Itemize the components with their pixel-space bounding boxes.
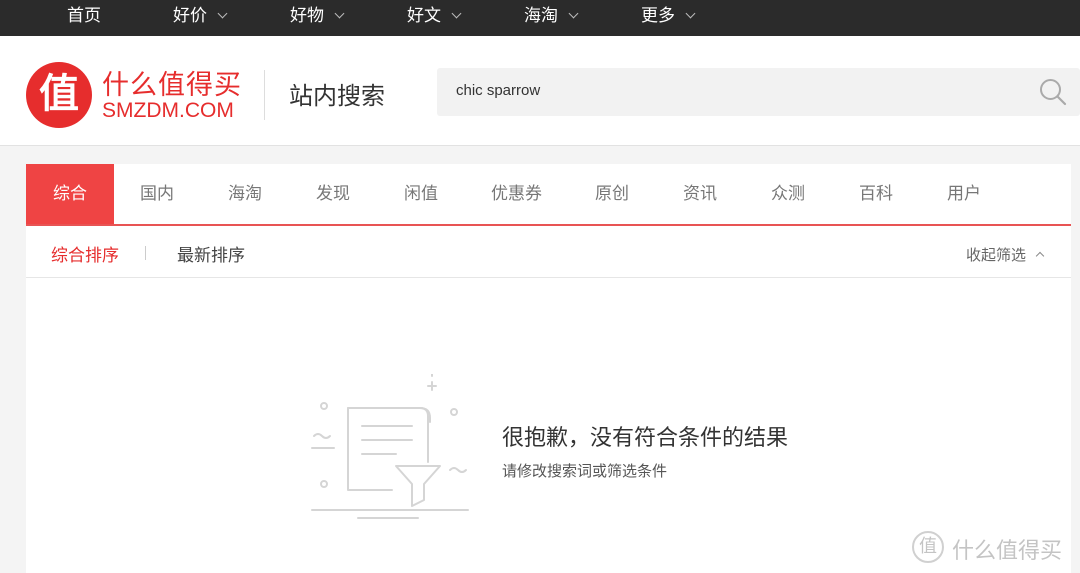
brand-name-cn[interactable]: 什么值得买 xyxy=(102,63,242,102)
logo-glyph: 值 xyxy=(39,70,79,117)
nav-item-deals[interactable]: 好价 xyxy=(173,0,228,36)
nav-item-label: 好物 xyxy=(290,6,324,26)
nav-item-label: 好价 xyxy=(173,6,207,26)
tab-original[interactable]: 原创 xyxy=(595,164,629,224)
search-results-panel: 综合 国内 海淘 发现 闲值 优惠券 原创 资讯 众测 百科 用户 综合排序 最… xyxy=(26,164,1071,573)
empty-state-subtitle: 请修改搜索词或筛选条件 xyxy=(502,462,668,480)
search-input[interactable]: chic sparrow xyxy=(437,68,1080,116)
nav-item-home[interactable]: 首页 xyxy=(67,0,101,36)
top-nav-bar: 首页 好价 好物 好文 海淘 更多 xyxy=(0,0,1080,36)
chevron-down-icon xyxy=(451,8,462,19)
search-query[interactable]: chic sparrow xyxy=(456,82,540,99)
empty-state-title: 很抱歉，没有符合条件的结果 xyxy=(502,426,789,451)
site-logo[interactable]: 值 xyxy=(26,62,92,128)
nav-item-articles[interactable]: 好文 xyxy=(407,0,462,36)
tab-domestic[interactable]: 国内 xyxy=(140,164,174,224)
header-divider xyxy=(264,70,265,120)
collapse-filter-button[interactable]: 收起筛选 xyxy=(965,244,1045,265)
sort-divider xyxy=(145,246,146,260)
site-header: 值 什么值得买 SMZDM.COM 站内搜索 chic sparrow xyxy=(0,36,1080,146)
tab-review[interactable]: 众测 xyxy=(771,164,805,224)
chevron-down-icon xyxy=(568,8,579,19)
nav-item-label: 首页 xyxy=(67,6,101,26)
sort-comprehensive[interactable]: 综合排序 xyxy=(51,241,119,266)
category-tabs: 综合 国内 海淘 发现 闲值 优惠券 原创 资讯 众测 百科 用户 xyxy=(26,164,1071,226)
nav-item-haitao[interactable]: 海淘 xyxy=(524,0,579,36)
page-title: 站内搜索 xyxy=(289,82,385,110)
brand-name-en[interactable]: SMZDM.COM xyxy=(102,99,234,123)
sort-bar: 综合排序 最新排序 收起筛选 xyxy=(26,226,1071,278)
empty-results-illustration xyxy=(311,374,469,519)
tab-news[interactable]: 资讯 xyxy=(683,164,717,224)
chevron-down-icon xyxy=(685,8,696,19)
chevron-down-icon xyxy=(334,8,345,19)
search-icon[interactable] xyxy=(1038,77,1068,107)
sort-latest[interactable]: 最新排序 xyxy=(177,241,245,266)
nav-item-label: 更多 xyxy=(641,6,675,26)
chevron-up-icon xyxy=(1035,251,1045,261)
collapse-filter-label: 收起筛选 xyxy=(965,246,1026,264)
nav-item-label: 好文 xyxy=(407,6,441,26)
tab-users[interactable]: 用户 xyxy=(947,164,981,224)
tab-coupons[interactable]: 优惠券 xyxy=(491,164,542,224)
nav-item-more[interactable]: 更多 xyxy=(641,0,696,36)
tab-all[interactable]: 综合 xyxy=(26,164,114,224)
tab-secondhand[interactable]: 闲值 xyxy=(404,164,438,224)
nav-item-label: 海淘 xyxy=(524,6,558,26)
chevron-down-icon xyxy=(217,8,228,19)
nav-item-goods[interactable]: 好物 xyxy=(290,0,345,36)
tab-discover[interactable]: 发现 xyxy=(316,164,350,224)
watermark-logo: 值 xyxy=(912,531,944,563)
watermark-text: 什么值得买 xyxy=(952,539,1063,564)
watermark-glyph: 值 xyxy=(919,536,937,557)
tab-wiki[interactable]: 百科 xyxy=(859,164,893,224)
tab-haitao[interactable]: 海淘 xyxy=(228,164,262,224)
